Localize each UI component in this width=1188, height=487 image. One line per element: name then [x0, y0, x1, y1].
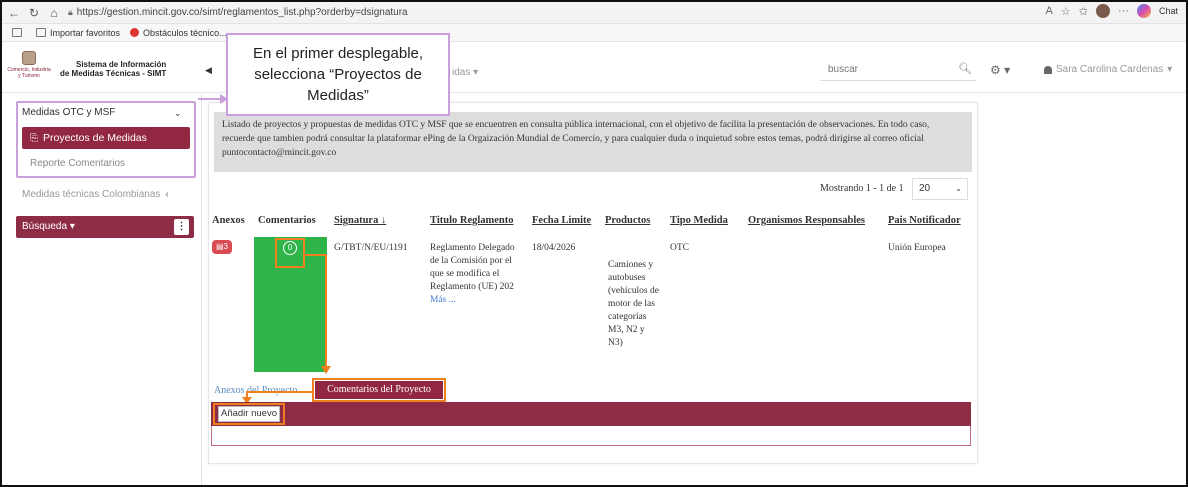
- col-header-signatura[interactable]: Signatura ↓: [334, 215, 386, 226]
- sidebar: Medidas OTC y MSF ⌄ ⎘ Proyectos de Medid…: [2, 94, 202, 485]
- chat-label[interactable]: Chat: [1159, 6, 1178, 16]
- user-name: Sara Carolina Cardenas: [1056, 64, 1164, 75]
- browser-toolbar: ← ↻ ⌂ 🔒︎ https://gestion.mincit.gov.co/s…: [2, 2, 1186, 24]
- col-header-productos[interactable]: Productos: [605, 215, 650, 226]
- cell-pais: Unión Europea: [888, 243, 946, 253]
- col-header-pais[interactable]: Pais Notificador: [888, 215, 961, 226]
- tab-actions-icon[interactable]: [12, 28, 26, 37]
- search-box: 🔍︎: [820, 59, 976, 81]
- collapse-sidebar-icon[interactable]: ◀: [205, 65, 212, 76]
- comments-list: [211, 426, 971, 446]
- search-icon[interactable]: 🔍︎: [958, 62, 972, 75]
- favorite-import[interactable]: Importar favoritos: [36, 28, 120, 38]
- col-header-titulo[interactable]: Titulo Reglamento: [430, 215, 514, 226]
- cell-fecha: 18/04/2026: [532, 243, 576, 253]
- folder-icon: [36, 28, 46, 37]
- more-icon[interactable]: ···: [1118, 5, 1129, 17]
- crest-icon: [22, 51, 36, 65]
- projects-icon: ⎘: [30, 132, 38, 144]
- sidebar-item-proyectos-de-medidas[interactable]: ⎘ Proyectos de Medidas: [22, 127, 190, 149]
- chevron-down-icon: ▾: [1167, 64, 1173, 75]
- system-title[interactable]: Sistema de Información de Medidas Técnic…: [60, 60, 166, 78]
- cell-titulo: Reglamento Delegado de la Comisión por e…: [430, 243, 515, 305]
- collections-icon[interactable]: ✩: [1079, 5, 1088, 18]
- address-bar[interactable]: 🔒︎ https://gestion.mincit.gov.co/simt/re…: [68, 4, 408, 22]
- app-header: Comercio, Industria y Turismo Sistema de…: [2, 43, 1186, 93]
- info-notice: Listado de proyectos y propuestas de med…: [214, 112, 972, 172]
- settings-gear-icon[interactable]: ⚙ ▾: [990, 63, 1010, 77]
- more-link[interactable]: Más ...: [430, 295, 456, 305]
- col-header-comentarios: Comentarios: [258, 215, 316, 226]
- favorite-star-icon[interactable]: ☆: [1061, 5, 1071, 18]
- url-text: https://gestion.mincit.gov.co/simt/regla…: [76, 7, 408, 18]
- cell-signatura: G/TBT/N/EU/1191: [334, 243, 408, 253]
- cell-productos: Camiones y autobuses (vehículos de motor…: [608, 260, 659, 348]
- attachments-badge[interactable]: ▤3: [212, 240, 232, 254]
- search-input[interactable]: [820, 59, 950, 79]
- sort-arrow-icon: ↓: [380, 215, 387, 226]
- col-header-anexos: Anexos: [212, 215, 245, 226]
- sidebar-item-medidas-colombianas[interactable]: Medidas técnicas Colombianas ‹: [22, 189, 169, 200]
- user-icon: [1044, 65, 1052, 74]
- chevron-left-icon: ‹: [165, 189, 169, 200]
- refresh-icon[interactable]: ↻: [26, 6, 42, 20]
- favorites-bar: Importar favoritos Obstáculos técnico...: [2, 24, 1186, 42]
- highlight-box: [275, 238, 305, 268]
- add-new-button[interactable]: Añadir nuevo: [218, 406, 280, 422]
- col-header-organismos[interactable]: Organismos Responsables: [748, 215, 865, 226]
- search-toolbar: Búsqueda ▾ ⋮: [16, 216, 194, 238]
- col-header-tipo[interactable]: Tipo Medida: [670, 215, 728, 226]
- instruction-callout: En el primer desplegable, selecciona “Pr…: [226, 33, 450, 116]
- browser-actions: A ☆ ✩ ··· Chat: [1046, 4, 1178, 18]
- home-icon[interactable]: ⌂: [46, 6, 62, 20]
- top-menu-medidas[interactable]: idas ▾: [452, 67, 478, 78]
- profile-avatar[interactable]: [1095, 4, 1110, 18]
- highlight-arrow-head: [321, 366, 331, 374]
- user-menu[interactable]: Sara Carolina Cardenas ▾: [1044, 64, 1172, 75]
- lock-icon: 🔒︎: [68, 7, 73, 17]
- read-aloud-icon[interactable]: A: [1046, 5, 1053, 17]
- kebab-menu-icon[interactable]: ⋮: [174, 219, 189, 235]
- highlight-arrow: [246, 391, 312, 393]
- highlight-arrow: [305, 254, 327, 256]
- records-count: Mostrando 1 - 1 de 1: [820, 183, 904, 194]
- tab-comentarios-proyecto[interactable]: Comentarios del Proyecto: [315, 381, 443, 399]
- favorite-obstaculos[interactable]: Obstáculos técnico...: [130, 28, 227, 38]
- sidebar-item-reporte-comentarios[interactable]: Reporte Comentarios: [30, 158, 125, 169]
- page-size-select[interactable]: 20 ⌄: [912, 178, 968, 200]
- ministry-logo[interactable]: Comercio, Industria y Turismo: [6, 51, 52, 85]
- copilot-icon[interactable]: [1136, 4, 1151, 18]
- logo-text: Comercio, Industria y Turismo: [7, 67, 51, 79]
- chevron-down-icon[interactable]: ⌄: [174, 108, 182, 119]
- cell-tipo: OTC: [670, 243, 689, 253]
- comments-toolbar: [211, 402, 971, 426]
- back-icon[interactable]: ←: [6, 6, 22, 20]
- menu-group-medidas-otc[interactable]: Medidas OTC y MSF: [22, 107, 115, 118]
- chevron-down-icon: ⌄: [955, 184, 962, 193]
- site-icon: [130, 28, 140, 37]
- busqueda-dropdown[interactable]: Búsqueda ▾: [22, 221, 75, 232]
- col-header-fecha[interactable]: Fecha Limite: [532, 215, 591, 226]
- highlight-arrow: [325, 254, 327, 370]
